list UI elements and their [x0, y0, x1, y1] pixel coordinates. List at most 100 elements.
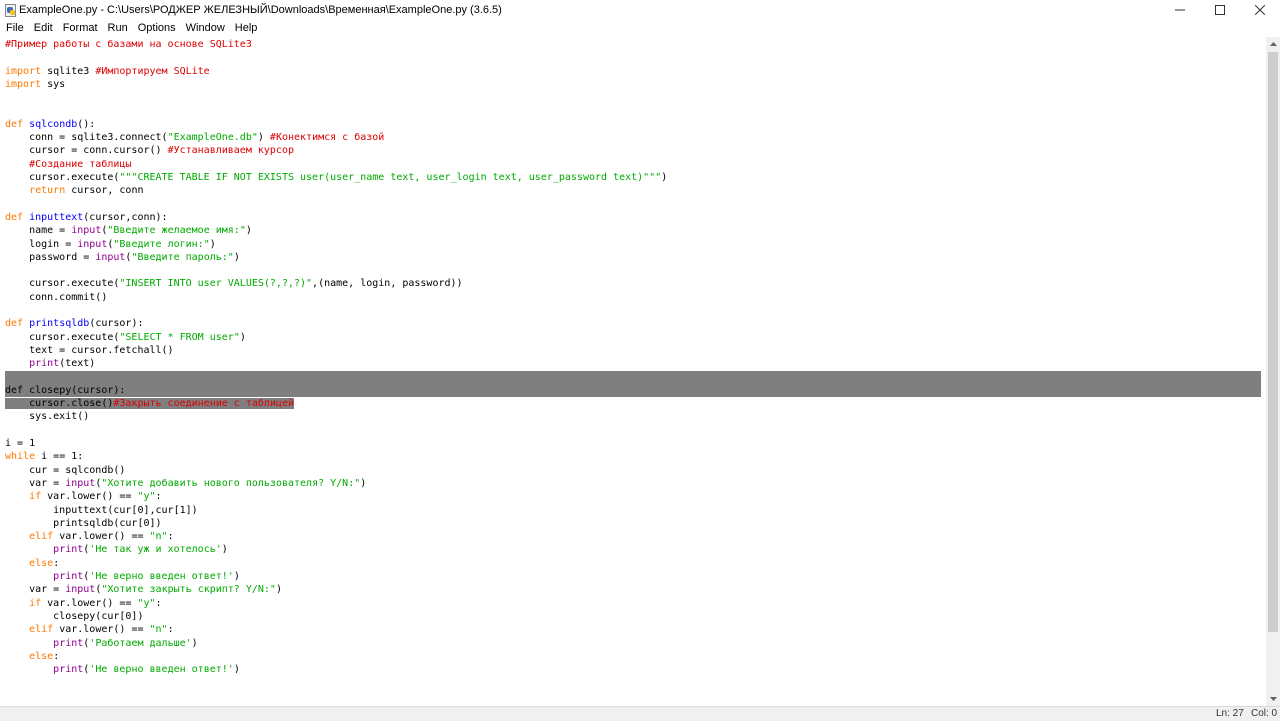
code-line[interactable]: def inputtext(cursor,conn): — [5, 211, 1266, 224]
code-line[interactable]: var = input("Хотите закрыть скрипт? Y/N:… — [5, 583, 1266, 596]
code-line[interactable]: #Пример работы с базами на основе SQLite… — [5, 38, 1266, 51]
code-line[interactable]: var = input("Хотите добавить нового поль… — [5, 477, 1266, 490]
code-token-default: ,(name, login, password)) — [312, 278, 463, 290]
code-line[interactable] — [5, 304, 1266, 317]
code-line[interactable]: import sqlite3 #Импортируем SQLite — [5, 65, 1266, 78]
code-line[interactable]: printsqldb(cur[0]) — [5, 517, 1266, 530]
code-token-default: : — [167, 624, 174, 636]
scrollbar-thumb[interactable] — [1268, 52, 1278, 632]
python-file-icon — [4, 3, 16, 17]
code-token-default: sqlite3 — [41, 65, 96, 77]
menu-file[interactable]: File — [0, 19, 29, 37]
code-line[interactable]: elif var.lower() == "n": — [5, 530, 1266, 543]
code-token-builtin: print — [29, 358, 60, 370]
code-token-keyword: def — [5, 318, 24, 330]
code-line[interactable]: return cursor, conn — [5, 184, 1266, 197]
code-line[interactable]: if var.lower() == "y": — [5, 597, 1266, 610]
menu-help[interactable]: Help — [230, 19, 263, 37]
code-line[interactable]: conn = sqlite3.connect("ExampleOne.db") … — [5, 131, 1266, 144]
code-line[interactable] — [5, 424, 1266, 437]
code-line[interactable]: cur = sqlcondb() — [5, 464, 1266, 477]
code-token-builtin: print — [53, 571, 84, 582]
code-line[interactable]: #Создание таблицы — [5, 158, 1266, 171]
code-editor[interactable]: #Пример работы с базами на основе SQLite… — [0, 37, 1266, 706]
code-token-default: inputtext(cur[0],cur[1]) — [5, 504, 198, 516]
code-line[interactable]: if var.lower() == "y": — [5, 490, 1266, 503]
code-line[interactable]: print(text) — [5, 357, 1266, 370]
code-token-comment: #Создание таблицы — [5, 158, 132, 170]
code-line[interactable]: print('Не верно введен ответ!') — [5, 663, 1266, 676]
minimize-button[interactable] — [1160, 0, 1200, 19]
code-token-default — [5, 531, 29, 542]
code-line[interactable]: cursor.execute("""CREATE TABLE IF NOT EX… — [5, 171, 1266, 184]
code-token-default: printsqldb(cur[0]) — [5, 517, 162, 529]
code-line[interactable]: print('Не верно введен ответ!') — [5, 570, 1266, 583]
code-line[interactable] — [5, 105, 1266, 118]
code-token-default: var.lower() == — [53, 531, 150, 543]
code-token-default: ) — [360, 477, 367, 489]
code-token-default: ) — [239, 331, 246, 343]
code-line[interactable]: conn.commit() — [5, 291, 1266, 304]
code-token-default: text = cursor.fetchall() — [5, 344, 174, 356]
code-line[interactable]: sys.exit() — [5, 410, 1266, 423]
code-token-default: ) — [245, 225, 252, 237]
code-line[interactable]: def closepy(cursor): — [5, 383, 1261, 397]
code-line[interactable]: i = 1 — [5, 437, 1266, 450]
code-token-default: cursor.close() — [5, 398, 114, 410]
code-line[interactable] — [5, 264, 1266, 277]
code-token-defname: inputtext — [29, 211, 84, 223]
code-token-default: ) — [233, 664, 240, 676]
code-token-defname: printsqldb — [29, 318, 90, 330]
close-button[interactable] — [1240, 0, 1280, 19]
code-token-keyword: def — [5, 211, 24, 223]
code-token-default: cursor = conn.cursor() — [5, 145, 168, 157]
code-line[interactable]: cursor.close()#Закрыть соединение с табл… — [5, 397, 1266, 410]
title-bar: ExampleOne.py - C:\Users\РОДЖЕР ЖЕЛЕЗНЫЙ… — [0, 0, 1280, 19]
code-line[interactable]: login = input("Введите логин:") — [5, 238, 1266, 251]
code-line[interactable]: print('Не так уж и хотелось') — [5, 543, 1266, 556]
code-line[interactable]: import sys — [5, 78, 1266, 91]
code-token-default — [5, 491, 29, 502]
code-line[interactable]: else: — [5, 650, 1266, 663]
code-line[interactable]: password = input("Введите пароль:") — [5, 251, 1266, 264]
menu-format[interactable]: Format — [58, 19, 103, 37]
code-line[interactable]: def printsqldb(cursor): — [5, 317, 1266, 330]
code-line[interactable]: cursor = conn.cursor() #Устанавливаем ку… — [5, 144, 1266, 157]
code-line[interactable]: closepy(cur[0]) — [5, 610, 1266, 623]
code-token-default: (cursor,conn): — [83, 211, 168, 223]
code-line[interactable]: name = input("Введите желаемое имя:") — [5, 224, 1266, 237]
code-line[interactable]: elif var.lower() == "n": — [5, 623, 1266, 636]
code-token-default — [5, 558, 29, 569]
code-token-builtin: input — [95, 251, 126, 263]
menu-run[interactable]: Run — [103, 19, 133, 37]
code-token-default: closepy(cur[0]) — [5, 610, 144, 622]
code-line[interactable]: cursor.execute("INSERT INTO user VALUES(… — [5, 277, 1266, 290]
close-icon — [1255, 4, 1265, 15]
code-line[interactable] — [5, 91, 1266, 104]
code-token-string: "y" — [137, 491, 156, 503]
vertical-scrollbar[interactable] — [1266, 37, 1280, 706]
code-line[interactable]: cursor.execute("SELECT * FROM user") — [5, 331, 1266, 344]
code-line[interactable]: inputtext(cur[0],cur[1]) — [5, 504, 1266, 517]
code-line[interactable] — [5, 370, 1261, 384]
code-line[interactable]: text = cursor.fetchall() — [5, 344, 1266, 357]
code-token-default: i == 1: — [35, 451, 84, 463]
code-line[interactable] — [5, 198, 1266, 211]
code-token-default: var = — [5, 584, 66, 596]
code-line[interactable]: while i == 1: — [5, 450, 1266, 463]
code-token-default — [5, 651, 29, 662]
code-line[interactable]: def sqlcondb(): — [5, 118, 1266, 131]
maximize-button[interactable] — [1200, 0, 1240, 19]
code-line[interactable] — [5, 51, 1266, 64]
code-token-default — [5, 544, 53, 555]
scroll-up-arrow-icon[interactable] — [1266, 37, 1280, 51]
menu-edit[interactable]: Edit — [29, 19, 58, 37]
code-line[interactable]: print('Работаем дальше') — [5, 637, 1266, 650]
menu-window[interactable]: Window — [181, 19, 230, 37]
code-line[interactable]: else: — [5, 557, 1266, 570]
code-token-default: (cursor): — [71, 384, 126, 396]
code-token-default: : — [53, 557, 60, 569]
code-token-default: var.lower() == — [53, 624, 150, 636]
scroll-down-arrow-icon[interactable] — [1266, 692, 1280, 706]
menu-options[interactable]: Options — [133, 19, 181, 37]
